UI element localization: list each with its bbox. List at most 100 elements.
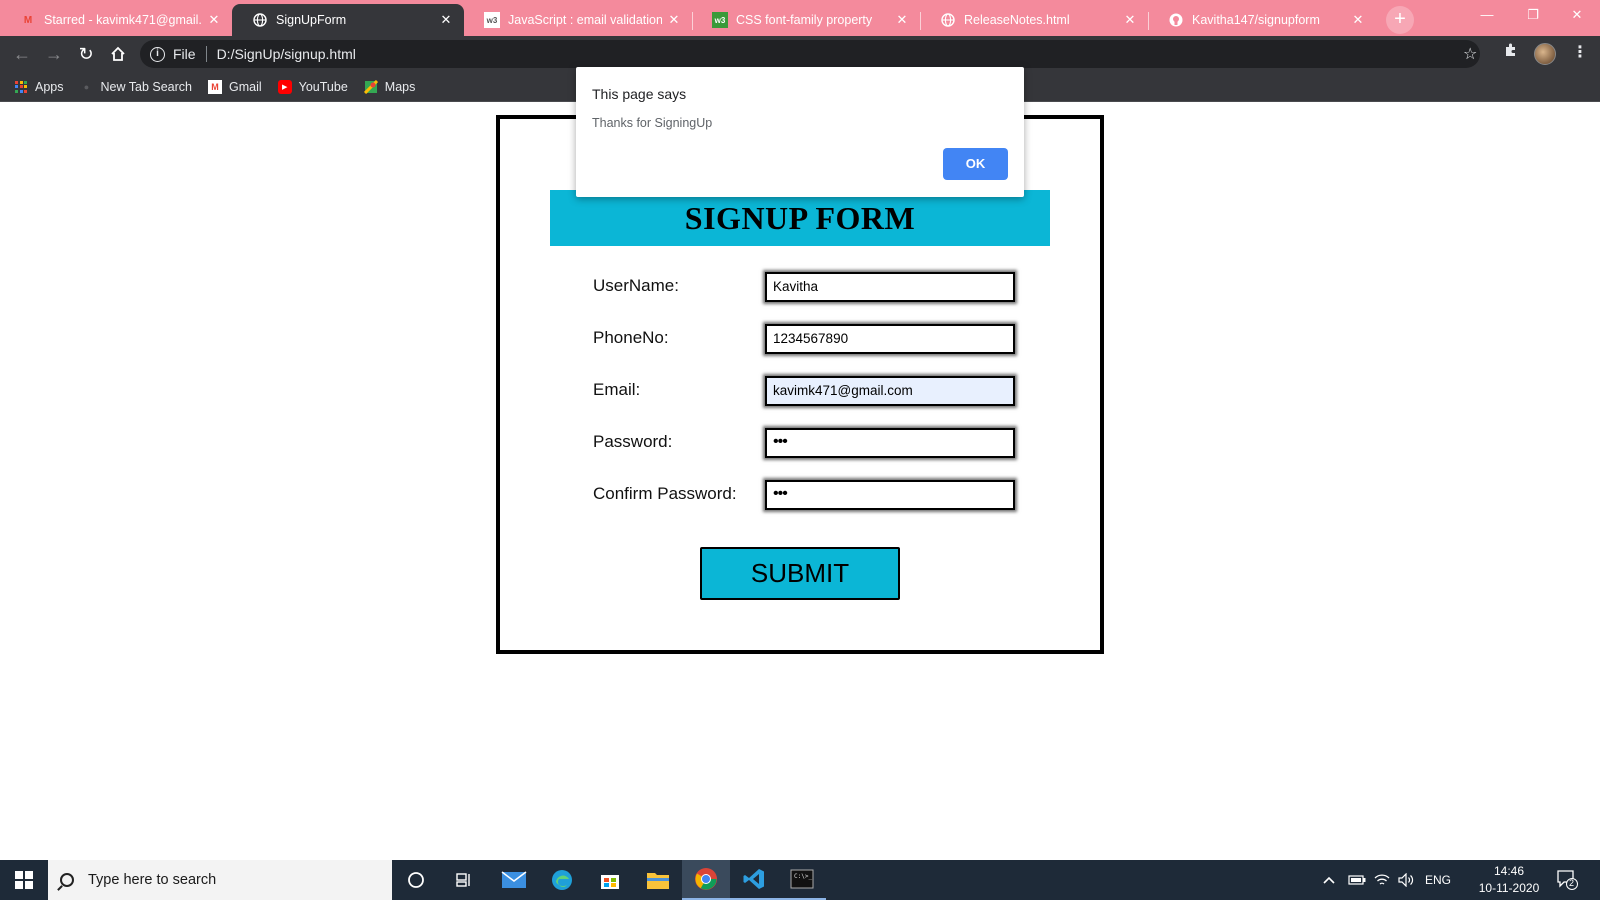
dialog-title: This page says bbox=[592, 86, 687, 102]
terminal-icon[interactable]: C:\>_ bbox=[778, 860, 826, 900]
close-icon[interactable]: ✕ bbox=[1122, 12, 1138, 28]
tab-releasenotes[interactable]: ReleaseNotes.html ✕ bbox=[920, 4, 1148, 36]
show-hidden-icons-chevron-icon[interactable] bbox=[1322, 860, 1336, 900]
tab-title: SignUpForm bbox=[276, 13, 347, 27]
bookmark-label: New Tab Search bbox=[100, 79, 193, 94]
close-icon[interactable]: ✕ bbox=[438, 12, 454, 28]
github-icon bbox=[1168, 12, 1184, 28]
maps-icon bbox=[363, 79, 378, 94]
divider bbox=[205, 46, 207, 62]
tab-github[interactable]: Kavitha147/signupform ✕ bbox=[1148, 4, 1376, 36]
chrome-icon[interactable] bbox=[682, 860, 730, 900]
bookmark-label: YouTube bbox=[298, 79, 348, 94]
battery-icon[interactable] bbox=[1348, 860, 1366, 900]
action-center-icon[interactable]: 2 bbox=[1556, 868, 1578, 890]
confirm-password-label: Confirm Password: bbox=[593, 484, 737, 503]
tab-css-font-family[interactable]: w3 CSS font-family property ✕ bbox=[692, 4, 920, 36]
tab-title: JavaScript : email validation - w3resour… bbox=[508, 13, 662, 27]
vscode-icon[interactable] bbox=[730, 860, 778, 900]
bookmark-new-tab-search[interactable]: ● New Tab Search bbox=[80, 79, 193, 94]
taskbar-search-box[interactable]: Type here to search bbox=[48, 860, 392, 900]
notification-count: 2 bbox=[1569, 878, 1575, 888]
form-title: SIGNUP FORM bbox=[684, 199, 916, 236]
bookmark-label: Gmail bbox=[229, 79, 262, 94]
wifi-icon[interactable] bbox=[1374, 860, 1390, 900]
email-input[interactable]: kavimk471@gmail.com bbox=[765, 376, 1015, 406]
submit-button[interactable]: SUBMIT bbox=[700, 547, 900, 600]
info-icon[interactable]: i bbox=[150, 46, 165, 62]
globe-icon bbox=[252, 12, 268, 28]
file-explorer-icon[interactable] bbox=[634, 860, 682, 900]
minimize-button[interactable]: — bbox=[1464, 0, 1510, 32]
clock-time: 14:46 bbox=[1493, 864, 1525, 878]
tab-gmail[interactable]: M Starred - kavimk471@gmail.com ✕ bbox=[0, 4, 232, 36]
email-label: Email: bbox=[593, 380, 641, 399]
tab-title: Kavitha147/signupform bbox=[1192, 13, 1320, 27]
taskbar-search-placeholder: Type here to search bbox=[88, 872, 217, 888]
tab-strip: M Starred - kavimk471@gmail.com ✕ SignUp… bbox=[0, 0, 1600, 36]
confirm-password-input[interactable]: ••• bbox=[765, 480, 1015, 510]
windows-logo-icon bbox=[15, 871, 33, 889]
close-icon[interactable]: ✕ bbox=[1350, 12, 1366, 28]
tab-title: Starred - kavimk471@gmail.com bbox=[44, 13, 202, 27]
back-icon[interactable]: ← bbox=[8, 40, 36, 68]
url-text: D:/SignUp/signup.html bbox=[216, 46, 356, 62]
close-icon[interactable]: ✕ bbox=[666, 12, 682, 28]
tab-title: CSS font-family property bbox=[736, 13, 873, 27]
phone-label: PhoneNo: bbox=[593, 328, 669, 347]
password-input[interactable]: ••• bbox=[765, 428, 1015, 458]
close-icon[interactable]: ✕ bbox=[894, 12, 910, 28]
clock-date: 10-11-2020 bbox=[1478, 881, 1540, 895]
bookmark-youtube[interactable]: ▶ YouTube bbox=[277, 79, 348, 94]
clock[interactable]: 14:46 10-11-2020 bbox=[1474, 863, 1544, 897]
scheme-label: File bbox=[173, 46, 196, 62]
task-view-icon[interactable] bbox=[440, 860, 488, 900]
bookmark-label: Maps bbox=[384, 79, 416, 94]
gmail-icon: M bbox=[23, 14, 33, 26]
bookmark-gmail[interactable]: M Gmail bbox=[208, 79, 262, 94]
language-indicator[interactable]: ENG bbox=[1425, 860, 1451, 900]
globe-icon bbox=[940, 12, 956, 28]
reload-icon[interactable]: ↻ bbox=[72, 40, 100, 68]
tab-title: ReleaseNotes.html bbox=[964, 13, 1070, 27]
volume-icon[interactable] bbox=[1398, 860, 1414, 900]
w3schools-icon: w3 bbox=[712, 12, 728, 28]
edge-browser-icon[interactable] bbox=[538, 860, 586, 900]
extensions-puzzle-icon[interactable] bbox=[1503, 42, 1519, 63]
home-icon[interactable] bbox=[104, 40, 132, 68]
svg-text:C:\>_: C:\>_ bbox=[794, 873, 812, 880]
password-label: Password: bbox=[593, 432, 673, 451]
phone-input[interactable]: 1234567890 bbox=[765, 324, 1015, 354]
dialog-ok-button[interactable]: OK bbox=[943, 148, 1008, 180]
bookmark-star-icon[interactable]: ☆ bbox=[1463, 44, 1477, 64]
store-icon[interactable] bbox=[586, 860, 634, 900]
windows-start-button[interactable] bbox=[0, 860, 48, 900]
youtube-icon: ▶ bbox=[277, 79, 292, 94]
w3resource-icon: w3 bbox=[484, 12, 500, 28]
mail-icon[interactable] bbox=[490, 860, 538, 900]
alert-dialog: This page says Thanks for SigningUp OK bbox=[576, 67, 1024, 197]
forward-icon[interactable]: → bbox=[40, 40, 68, 68]
apps-grid-icon bbox=[14, 80, 28, 94]
bookmark-label: Apps bbox=[35, 79, 64, 94]
new-tab-button[interactable]: + bbox=[1386, 6, 1414, 34]
username-input[interactable]: Kavitha bbox=[765, 272, 1015, 302]
cortana-icon[interactable] bbox=[392, 860, 440, 900]
dialog-message: Thanks for SigningUp bbox=[592, 116, 713, 130]
tab-w3resource[interactable]: w3 JavaScript : email validation - w3res… bbox=[464, 4, 692, 36]
form-title-banner: SIGNUP FORM bbox=[550, 190, 1050, 246]
close-window-button[interactable]: ✕ bbox=[1554, 0, 1600, 32]
circle-icon: ● bbox=[83, 81, 90, 92]
profile-avatar[interactable] bbox=[1534, 43, 1556, 65]
bookmark-maps[interactable]: Maps bbox=[363, 79, 416, 94]
gmail-icon: M bbox=[208, 79, 222, 94]
windows-taskbar: Type here to search C:\>_ ENG 14:46 10-1… bbox=[0, 860, 1600, 900]
close-icon[interactable]: ✕ bbox=[206, 12, 222, 28]
bookmark-apps[interactable]: Apps bbox=[14, 80, 64, 94]
username-label: UserName: bbox=[593, 276, 679, 295]
restore-button[interactable]: ❐ bbox=[1510, 0, 1556, 32]
tab-signupform[interactable]: SignUpForm ✕ bbox=[232, 4, 464, 36]
address-bar[interactable]: i File D:/SignUp/signup.html bbox=[140, 40, 1480, 68]
search-icon bbox=[60, 873, 74, 887]
kebab-menu-icon[interactable]: ⋮ bbox=[1572, 42, 1588, 62]
